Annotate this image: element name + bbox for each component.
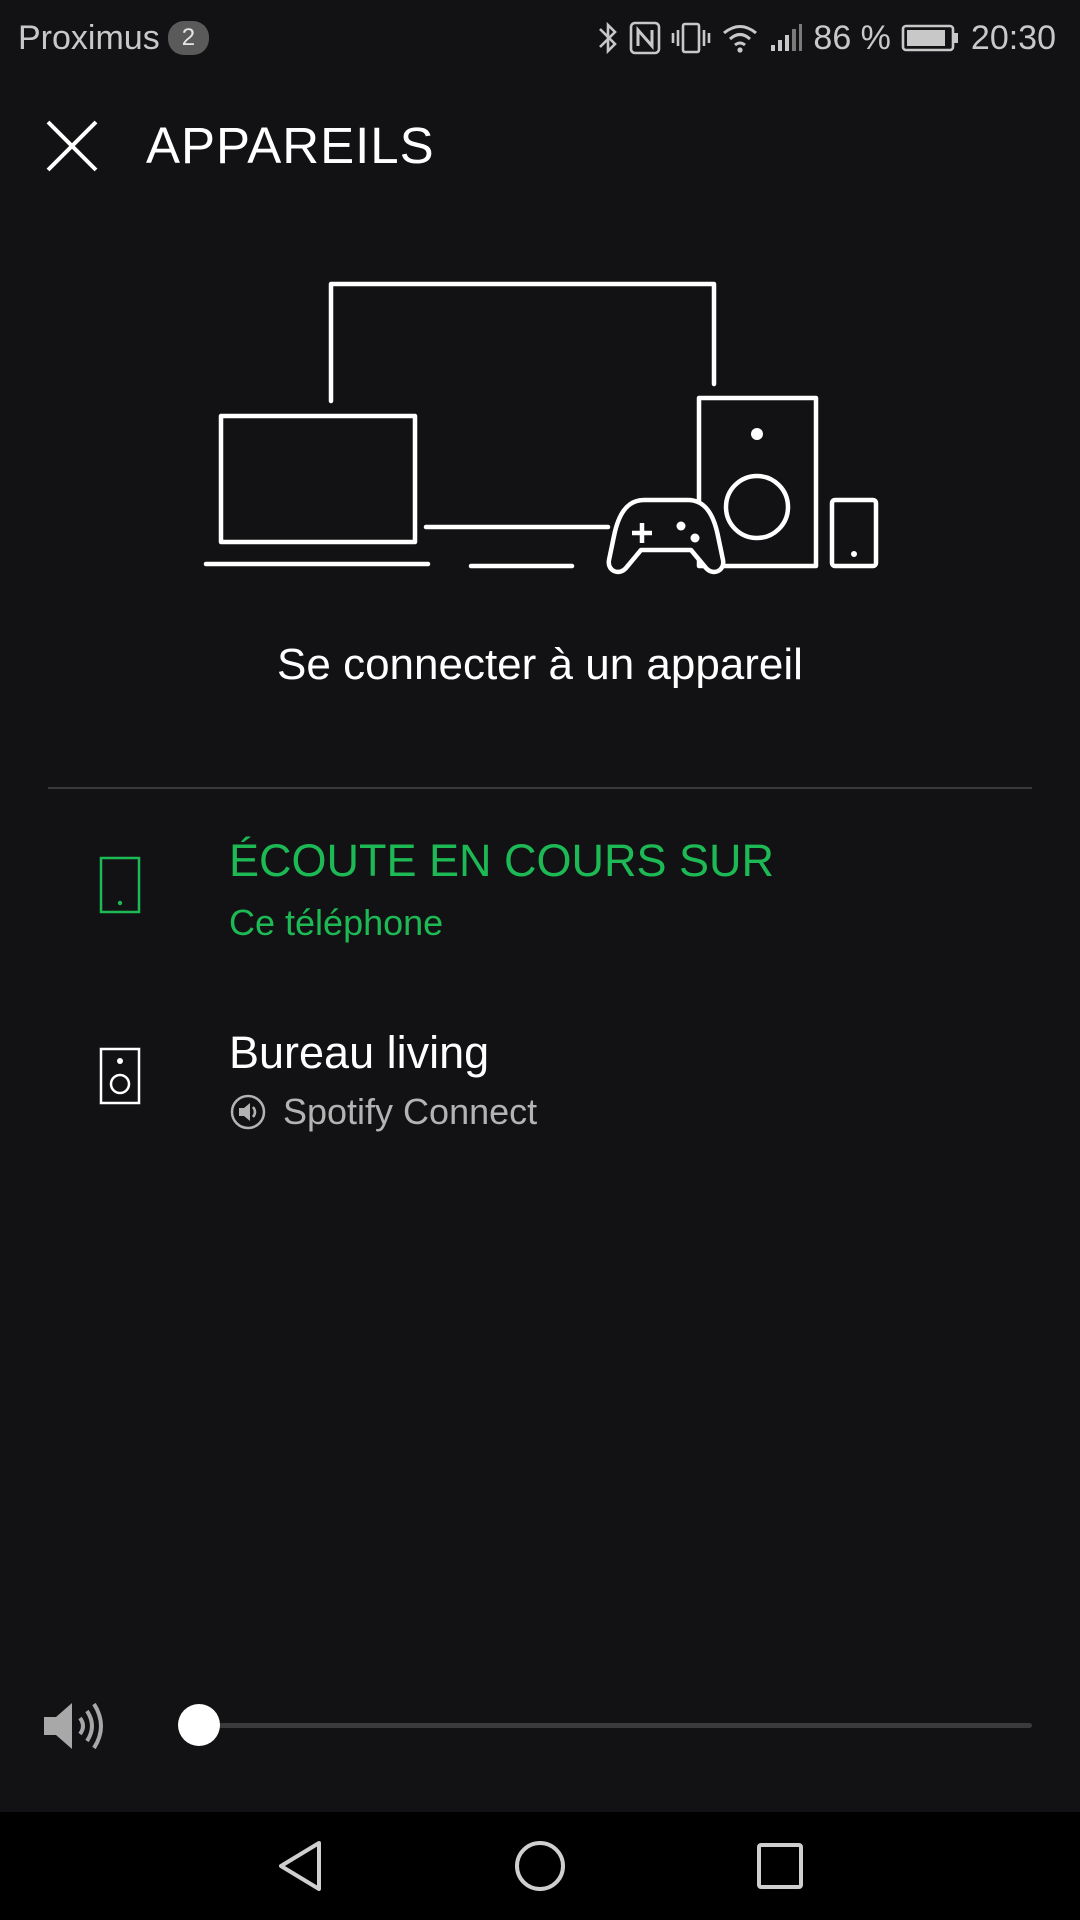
current-device-row[interactable]: ÉCOUTE EN COURS SUR Ce téléphone — [0, 825, 1080, 975]
device-name: Bureau living — [229, 1027, 490, 1078]
battery-icon — [901, 23, 961, 53]
device-type-label: Spotify Connect — [283, 1091, 538, 1132]
bluetooth-icon — [597, 20, 619, 56]
page-title: APPAREILS — [146, 117, 435, 174]
volume-thumb[interactable] — [178, 1704, 220, 1746]
back-button[interactable] — [255, 1821, 345, 1911]
navigation-bar — [0, 1812, 1080, 1920]
spotify-connect-icon — [230, 1094, 266, 1130]
close-icon — [46, 120, 98, 172]
home-icon — [515, 1841, 565, 1891]
carrier-name: Proximus — [18, 18, 160, 57]
phone-icon — [99, 856, 141, 914]
status-bar: Proximus 2 86 % 20:30 — [0, 0, 1080, 76]
speaker-icon — [99, 1047, 141, 1105]
status-time: 20:30 — [970, 18, 1056, 57]
home-button[interactable] — [495, 1821, 585, 1911]
vibrate-icon — [671, 21, 711, 55]
connect-heading: Se connecter à un appareil — [277, 640, 803, 689]
nfc-icon — [629, 21, 661, 55]
back-icon — [279, 1841, 321, 1891]
current-device-label: ÉCOUTE EN COURS SUR — [229, 835, 775, 886]
recents-icon — [757, 1843, 803, 1889]
devices-screen: Proximus 2 86 % 20:30 APPAREILS Se conne… — [0, 0, 1080, 1920]
battery-percent: 86 % — [813, 18, 891, 57]
volume-icon — [44, 1702, 103, 1750]
devices-illustration — [203, 281, 879, 575]
recents-button[interactable] — [735, 1821, 825, 1911]
signal-icon — [769, 23, 803, 53]
device-row-bureau-living[interactable]: Bureau living Spotify Connect — [0, 1018, 1080, 1168]
wifi-icon — [721, 22, 759, 54]
status-left: Proximus 2 — [18, 18, 210, 58]
divider — [48, 787, 1032, 789]
device-type: Spotify Connect — [229, 1090, 537, 1134]
volume-slider[interactable] — [178, 1704, 1032, 1746]
close-button[interactable] — [44, 118, 100, 174]
status-right: 86 % 20:30 — [597, 19, 1056, 58]
carrier-badge: 2 — [167, 21, 210, 55]
current-device-name: Ce téléphone — [229, 902, 444, 943]
